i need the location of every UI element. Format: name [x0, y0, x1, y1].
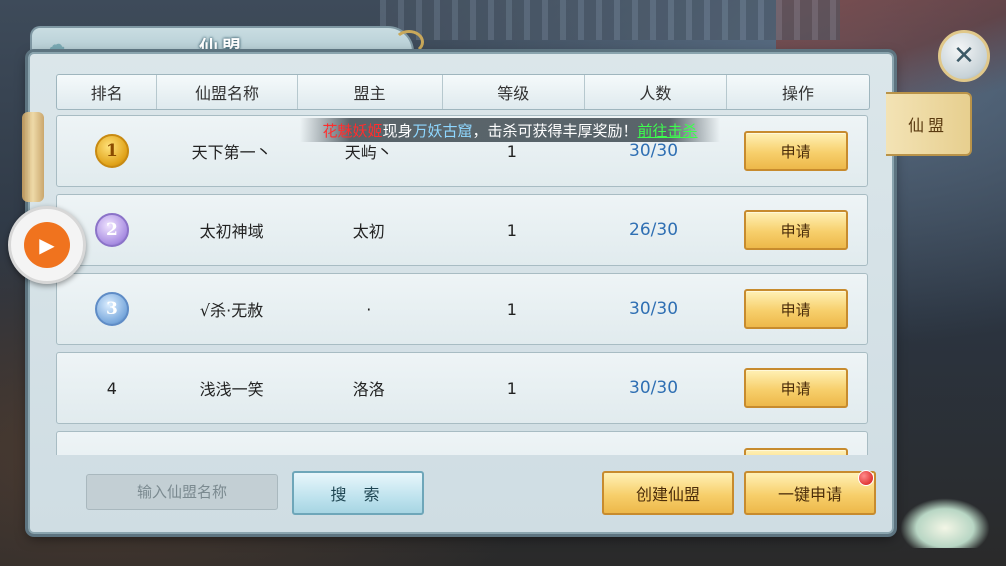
guild-name: 浅浅一笑: [199, 380, 264, 399]
action-cell: 申请: [724, 195, 867, 265]
floating-action-button[interactable]: ▶: [8, 206, 86, 284]
rank-cell: 3: [57, 274, 167, 344]
apply-button[interactable]: [743, 448, 848, 455]
marquee-boss: 花魅妖姬: [322, 121, 383, 140]
notification-dot: [858, 470, 874, 486]
action-cell: 申请: [724, 274, 867, 344]
header-guild-name: 仙盟名称: [157, 75, 298, 109]
background-railing: [380, 0, 840, 40]
one-key-apply-button[interactable]: 一键申请: [744, 471, 876, 515]
marquee-place: 万妖古窟: [412, 121, 473, 140]
guild-name: 太初神域: [199, 222, 264, 241]
silver-medal-icon: 2: [94, 213, 129, 247]
table-row: 2 太初神域 太初 1 26/30 申请: [56, 194, 868, 266]
guild-members: 30/30: [629, 299, 679, 319]
apply-button[interactable]: 申请: [743, 289, 848, 329]
create-guild-button[interactable]: 创建仙盟: [602, 471, 734, 515]
apply-button[interactable]: 申请: [743, 368, 848, 408]
guild-list[interactable]: 1 天下第一丶 天屿丶 1 30/30 申请 2 太初神域 太初 1 26/30…: [56, 115, 868, 455]
scroll-ornament: [22, 112, 44, 202]
header-leader: 盟主: [298, 75, 443, 109]
lotus-decoration: [900, 498, 990, 548]
marquee-link[interactable]: 前往击杀: [638, 120, 698, 141]
header-members: 人数: [585, 75, 727, 109]
rank-cell: 4: [106, 378, 117, 398]
marquee-text: ，击杀可获得丰厚奖励！: [472, 121, 638, 140]
guild-members: 26/30: [629, 220, 679, 240]
close-button[interactable]: ✕: [938, 30, 990, 82]
guild-leader: ·: [366, 299, 372, 319]
guild-name: 天下第一丶: [191, 143, 272, 162]
action-cell: 申请: [724, 353, 867, 423]
guild-members: 30/30: [629, 378, 679, 398]
table-row: 4 浅浅一笑 洛洛 1 30/30 申请: [56, 352, 868, 424]
guild-search-input[interactable]: 输入仙盟名称: [86, 474, 278, 510]
gold-medal-icon: 1: [94, 134, 129, 168]
table-row: 3 √杀·无赦 · 1 30/30 申请: [56, 273, 868, 345]
header-level: 等级: [443, 75, 585, 109]
swirl-ornament-icon: [394, 30, 424, 54]
action-cell: 申请: [724, 116, 867, 186]
rank-cell: 1: [57, 116, 167, 186]
header-rank: 排名: [57, 75, 158, 109]
guild-leader: 太初: [352, 222, 385, 241]
table-header: 排名 仙盟名称 盟主 等级 人数 操作: [56, 74, 870, 110]
close-icon: ✕: [953, 41, 975, 71]
guild-level: 1: [506, 299, 517, 319]
apply-button[interactable]: 申请: [743, 131, 848, 171]
guild-leader: 洛洛: [352, 380, 385, 399]
table-row: [56, 431, 868, 455]
announcement-marquee: 花魅妖姬 现身 万妖古窟 ，击杀可获得丰厚奖励！ 前往击杀: [300, 118, 720, 142]
guild-level: 1: [506, 378, 517, 398]
search-button[interactable]: 搜 索: [292, 471, 424, 515]
header-action: 操作: [781, 84, 814, 103]
tab-guild[interactable]: 仙盟: [886, 92, 972, 156]
guild-level: 1: [506, 220, 517, 240]
apply-button[interactable]: 申请: [743, 210, 848, 250]
play-icon: ▶: [24, 222, 70, 268]
marquee-text: 现身: [382, 121, 413, 140]
guild-name: √杀·无赦: [199, 301, 264, 320]
action-cell: [724, 432, 867, 455]
bronze-medal-icon: 3: [94, 292, 129, 326]
